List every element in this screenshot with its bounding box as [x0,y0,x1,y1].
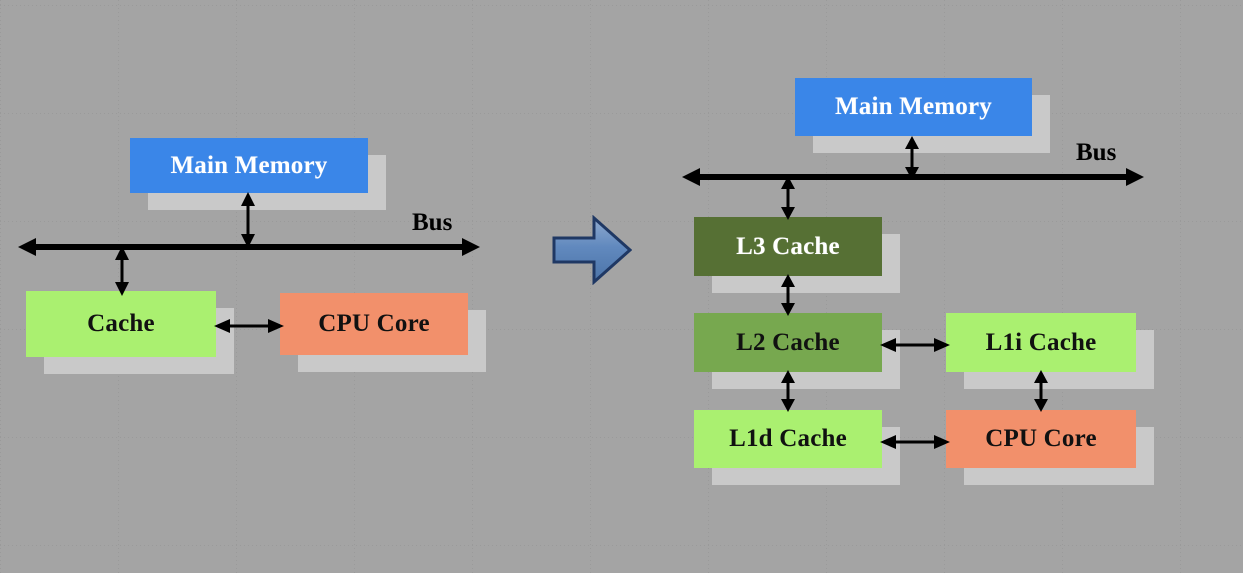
l1d-cache-label: L1d Cache [729,425,847,452]
grid-line-vertical [236,0,237,573]
connector-l1d-to-cpu [880,435,950,449]
connector-main-memory-to-bus-right [905,136,919,180]
grid-line-horizontal [0,545,1243,546]
diagram-canvas: Main Memory Bus Cache CPU Core Main Memo… [0,0,1243,573]
cpu-core-box-right[interactable]: CPU Core [946,410,1136,468]
l1d-cache-box[interactable]: L1d Cache [694,410,882,468]
main-memory-box-left[interactable]: Main Memory [130,138,368,193]
connector-bus-to-l3 [781,176,795,220]
grid-line-vertical [590,0,591,573]
connector-l2-to-l1d [781,370,795,412]
l3-cache-box[interactable]: L3 Cache [694,217,882,276]
grid-line-vertical [1062,0,1063,573]
cpu-core-box-left[interactable]: CPU Core [280,293,468,355]
grid-line-vertical [0,0,1,573]
cache-box-left[interactable]: Cache [26,291,216,357]
grid-line-horizontal [0,5,1243,6]
l1i-cache-box[interactable]: L1i Cache [946,313,1136,372]
evolution-arrow-icon [552,215,632,285]
connector-l1i-to-cpu [1034,370,1048,412]
background-grid [0,0,1243,573]
cache-label-left: Cache [87,310,155,337]
grid-line-vertical [708,0,709,573]
l2-cache-box[interactable]: L2 Cache [694,313,882,372]
bus-label-left: Bus [412,209,453,236]
main-memory-label-right: Main Memory [834,93,992,120]
connector-bus-to-cache-left [115,246,129,296]
l1i-cache-label: L1i Cache [985,328,1097,356]
bus-label-right: Bus [1076,139,1117,166]
l3-cache-label: L3 Cache [736,232,840,260]
main-memory-label-left: Main Memory [170,151,328,179]
connector-l3-to-l2 [781,274,795,316]
grid-line-vertical [472,0,473,573]
connector-main-memory-to-bus-left [241,192,255,248]
main-memory-box-right[interactable]: Main Memory [795,78,1032,136]
grid-line-horizontal [0,113,1243,114]
connector-l2-to-l1i [880,338,950,352]
l2-cache-label: L2 Cache [736,328,840,356]
connector-cache-to-cpu-left [214,319,284,333]
cpu-core-label-left: CPU Core [318,310,430,337]
grid-line-vertical [1180,0,1181,573]
grid-line-vertical [354,0,355,573]
cpu-core-label-right: CPU Core [985,425,1097,452]
